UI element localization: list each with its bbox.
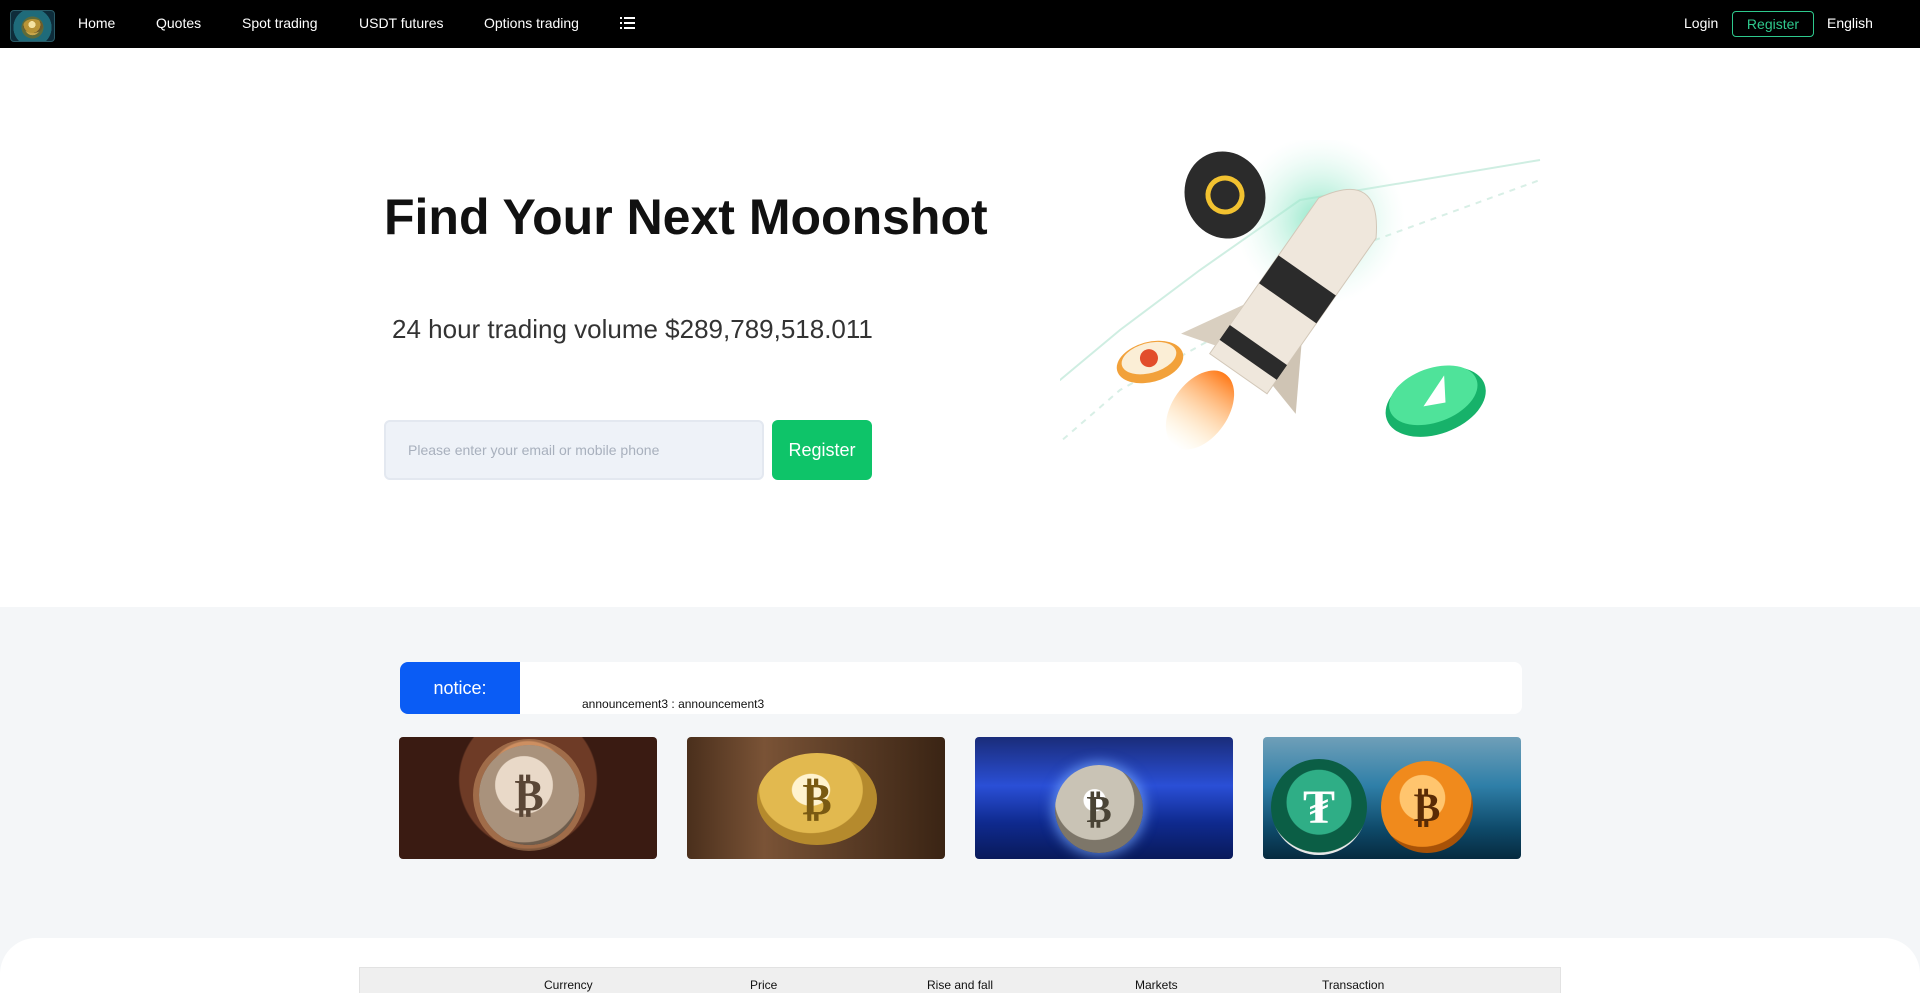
column-header-markets[interactable]: Markets [1135, 978, 1178, 992]
more-menu-icon[interactable] [620, 16, 635, 30]
nav-usdt-futures[interactable]: USDT futures [359, 15, 444, 31]
nav-home[interactable]: Home [78, 15, 115, 31]
site-logo[interactable] [10, 10, 55, 42]
login-link[interactable]: Login [1684, 15, 1718, 31]
banner-bitcoin-3[interactable]: ₿ [975, 737, 1233, 859]
column-header-transaction[interactable]: Transaction [1322, 978, 1384, 992]
bitcoin-coin-icon: ₿ [479, 745, 579, 845]
notice-bar: notice: announcement3 : announcement3 [400, 662, 1522, 714]
banner-bitcoin-1[interactable]: ₿ [399, 737, 657, 859]
hero-title: Find Your Next Moonshot [384, 189, 988, 245]
notice-label: notice: [400, 662, 520, 714]
nav-register-button[interactable]: Register [1732, 11, 1814, 37]
language-selector[interactable]: English [1827, 15, 1873, 31]
hero-register-button[interactable]: Register [772, 420, 872, 480]
banner-tether-bitcoin[interactable]: ₮ ₿ [1263, 737, 1521, 859]
nav-quotes[interactable]: Quotes [156, 15, 201, 31]
column-header-currency[interactable]: Currency [544, 978, 593, 992]
nav-spot-trading[interactable]: Spot trading [242, 15, 318, 31]
rocket-illustration [1060, 140, 1541, 450]
column-header-rise-and-fall[interactable]: Rise and fall [927, 978, 993, 992]
email-phone-input[interactable] [384, 420, 764, 480]
column-header-price[interactable]: Price [750, 978, 777, 992]
market-table-header: Currency Price Rise and fall Markets Tra… [359, 967, 1561, 993]
tether-coin-icon: ₮ [1271, 759, 1367, 855]
trading-volume-text: 24 hour trading volume $289,789,518.011 [392, 314, 873, 344]
announcement-text[interactable]: announcement3 : announcement3 [582, 697, 764, 711]
bitcoin-coin-icon: ₿ [757, 753, 877, 845]
banner-bitcoin-2[interactable]: ₿ [687, 737, 945, 859]
nav-options-trading[interactable]: Options trading [484, 15, 579, 31]
top-navigation-bar: Home Quotes Spot trading USDT futures Op… [0, 0, 1920, 48]
bitcoin-coin-icon: ₿ [1055, 765, 1143, 853]
bitcoin-coin-icon: ₿ [1381, 761, 1473, 853]
